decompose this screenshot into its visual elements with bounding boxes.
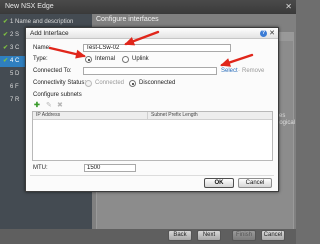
- help-icon[interactable]: ?: [260, 30, 267, 37]
- wizard-page-title: Configure interfaces: [96, 16, 159, 23]
- edit-icon[interactable]: ✎: [46, 102, 52, 109]
- select-link[interactable]: Select: [221, 68, 238, 74]
- dialog-title-bar: Add Interface: [26, 28, 278, 39]
- connectivity-status-label: Connectivity Status:: [33, 80, 87, 86]
- dialog-footer-divider: [30, 175, 274, 176]
- type-uplink-label: Uplink: [132, 56, 149, 62]
- checkmark-icon: ✔: [3, 45, 9, 51]
- wizard-title-bar: New NSX Edge ✕: [0, 0, 296, 14]
- step-label: 3 C: [10, 45, 20, 51]
- disconnected-radio[interactable]: [129, 80, 136, 87]
- back-button[interactable]: Back: [168, 230, 192, 241]
- connected-to-field[interactable]: [83, 67, 217, 75]
- column-divider: [147, 112, 148, 119]
- name-input[interactable]: Test-LSw-02: [83, 44, 231, 52]
- subnets-table-header: IP Address Subnet Prefix Length: [33, 112, 272, 120]
- step-label: 5 D: [10, 71, 20, 77]
- step-label: 2 S: [10, 32, 20, 38]
- subnets-table: IP Address Subnet Prefix Length: [32, 111, 273, 161]
- connected-radio[interactable]: [85, 80, 92, 87]
- link-separator: ·: [238, 68, 240, 74]
- wizard-close-icon[interactable]: ✕: [285, 0, 292, 14]
- column-header-subnet-prefix-length[interactable]: Subnet Prefix Length: [151, 112, 198, 119]
- close-icon[interactable]: ✕: [269, 28, 275, 39]
- step-label: 6 F: [10, 84, 19, 90]
- type-uplink-radio[interactable]: [122, 56, 129, 63]
- wizard-title: New NSX Edge: [5, 3, 54, 10]
- disconnected-label: Disconnected: [139, 80, 176, 86]
- next-button[interactable]: Next: [197, 230, 221, 241]
- column-header-ip-address[interactable]: IP Address: [36, 112, 60, 119]
- add-interface-dialog: Add Interface ? ✕ Name: Test-LSw-02 Type…: [25, 27, 279, 192]
- type-internal-label: Internal: [95, 56, 116, 62]
- mtu-label: MTU:: [33, 165, 48, 171]
- wizard-cancel-button[interactable]: Cancel: [261, 230, 285, 241]
- type-internal-radio[interactable]: [85, 56, 92, 63]
- step-label: 7 R: [10, 97, 20, 103]
- checkmark-icon: ✔: [3, 19, 9, 25]
- checkmark-icon: ✔: [3, 58, 9, 64]
- name-label: Name:: [33, 45, 51, 51]
- configure-subnets-label: Configure subnets: [33, 92, 82, 98]
- dialog-title: Add Interface: [30, 30, 69, 37]
- delete-icon[interactable]: ✖: [57, 102, 63, 109]
- connected-label: Connected: [95, 80, 125, 86]
- finish-button[interactable]: Finish: [232, 230, 256, 241]
- connected-to-label: Connected To:: [33, 68, 72, 74]
- cancel-button[interactable]: Cancel: [238, 178, 272, 188]
- ok-button[interactable]: OK: [204, 178, 234, 188]
- type-label: Type:: [33, 56, 48, 62]
- remove-link[interactable]: Remove: [242, 68, 264, 74]
- step-label: 1 Name and description: [10, 19, 74, 25]
- step-label: 4 C: [10, 58, 20, 64]
- add-icon[interactable]: ✚: [34, 102, 40, 109]
- mtu-input[interactable]: 1500: [84, 164, 136, 172]
- checkmark-icon: ✔: [3, 32, 9, 38]
